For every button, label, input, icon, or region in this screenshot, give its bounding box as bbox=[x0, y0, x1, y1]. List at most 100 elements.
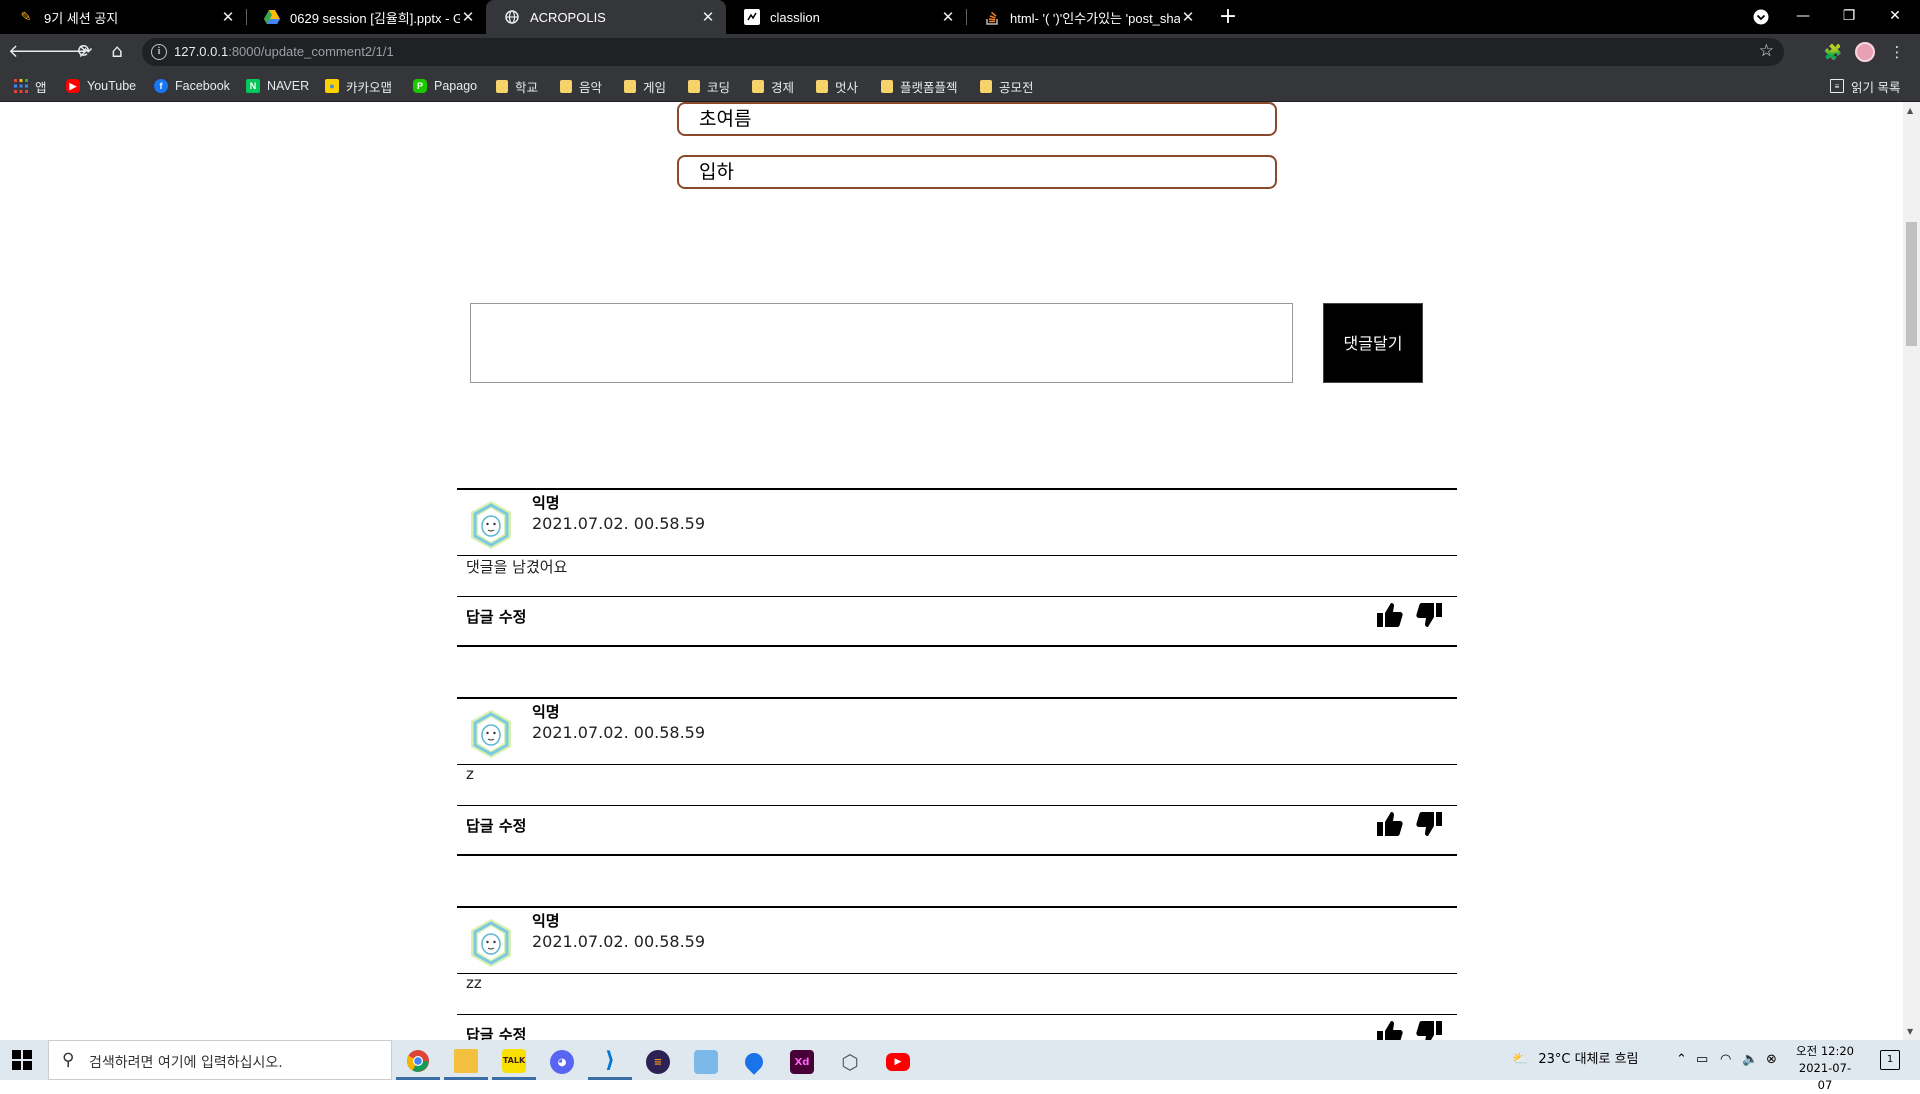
bookmark-folder-school[interactable]: 학교 bbox=[496, 77, 538, 95]
bookmark-folder-coding[interactable]: 코딩 bbox=[688, 77, 730, 95]
minimize-button[interactable]: — bbox=[1780, 0, 1826, 34]
reading-list-icon: ≡ bbox=[1830, 79, 1844, 93]
tab-title: 0629 session [김율희].pptx - Go bbox=[290, 10, 460, 26]
divider bbox=[457, 973, 1457, 974]
tab-strip: ✎ 9기 세션 공지 ✕ 0629 session [김율희].pptx - G… bbox=[0, 0, 1920, 34]
kakaomap-icon: ● bbox=[325, 79, 339, 93]
taskbar-chrome[interactable] bbox=[396, 1044, 440, 1080]
divider bbox=[457, 906, 1457, 908]
thumbs-up-icon[interactable] bbox=[1374, 809, 1404, 839]
notification-center-icon[interactable]: 1 bbox=[1880, 1050, 1900, 1070]
restore-button[interactable]: ❐ bbox=[1826, 0, 1872, 34]
home-button[interactable]: ⌂ bbox=[104, 39, 130, 65]
taskbar-discord[interactable]: ◕ bbox=[540, 1044, 584, 1080]
youtube-icon: ▶ bbox=[886, 1053, 910, 1071]
bookmark-label: 음악 bbox=[579, 80, 603, 95]
option-pill-1[interactable]: 초여름 bbox=[677, 102, 1277, 136]
papago-icon: P bbox=[413, 79, 427, 93]
ime-cancel-icon[interactable]: ⊗ bbox=[1766, 1040, 1777, 1080]
weather-widget[interactable]: ⛅ 23°C 대체로 흐림 bbox=[1512, 1040, 1639, 1080]
thumbs-down-icon[interactable] bbox=[1415, 600, 1445, 630]
taskbar-file-explorer[interactable] bbox=[444, 1044, 488, 1080]
bookmark-label: NAVER bbox=[267, 79, 310, 93]
forward-button[interactable]: 🡒 bbox=[40, 39, 88, 65]
taskbar-search[interactable]: ⚲ 검색하려면 여기에 입력하십시오. bbox=[48, 1040, 392, 1080]
thumbs-up-icon[interactable] bbox=[1374, 1018, 1404, 1040]
comment-input[interactable] bbox=[470, 303, 1293, 383]
tab-search-button[interactable] bbox=[1738, 0, 1784, 34]
taskbar-app-blue[interactable] bbox=[684, 1044, 728, 1080]
reload-button[interactable]: ⟳ bbox=[72, 39, 98, 65]
scroll-down-arrow-icon[interactable]: ▼ bbox=[1907, 1027, 1913, 1036]
bookmark-youtube[interactable]: ▶ YouTube bbox=[66, 77, 136, 95]
thumbs-down-icon[interactable] bbox=[1415, 809, 1445, 839]
eclipse-icon: ≡ bbox=[646, 1050, 670, 1074]
close-icon[interactable]: ✕ bbox=[460, 8, 476, 26]
close-icon[interactable]: ✕ bbox=[1180, 8, 1196, 26]
new-tab-button[interactable]: + bbox=[1214, 3, 1242, 31]
reply-edit-links[interactable]: 답글 수정 bbox=[466, 1024, 526, 1040]
battery-icon[interactable]: ▭ bbox=[1696, 1040, 1708, 1080]
divider bbox=[457, 555, 1457, 556]
bookmark-naver[interactable]: N NAVER bbox=[246, 77, 309, 95]
url-text[interactable]: 127.0.0.1:8000/update_comment2/1/1 bbox=[174, 44, 394, 59]
info-icon[interactable]: i bbox=[151, 44, 167, 60]
volume-icon[interactable]: 🔈 bbox=[1742, 1040, 1758, 1080]
comment-body: z bbox=[466, 765, 474, 783]
address-bar[interactable]: i 127.0.0.1:8000/update_comment2/1/1 ☆ bbox=[142, 38, 1784, 66]
extensions-puzzle-icon[interactable]: 🧩 bbox=[1822, 41, 1844, 63]
vscode-icon: ⟩ bbox=[604, 1048, 616, 1073]
bookmark-folder-likelion[interactable]: 멋사 bbox=[816, 77, 858, 95]
bookmark-folder-music[interactable]: 음악 bbox=[560, 77, 602, 95]
apps-grid-icon bbox=[14, 79, 28, 93]
tab-classlion[interactable]: classlion ✕ bbox=[726, 0, 966, 34]
bookmark-kakaomap[interactable]: ● 카카오맵 bbox=[325, 77, 392, 95]
tab-acropolis[interactable]: ACROPOLIS ✕ bbox=[486, 0, 726, 34]
reply-edit-links[interactable]: 답글 수정 bbox=[466, 815, 526, 836]
bookmark-papago[interactable]: P Papago bbox=[413, 77, 477, 95]
comment-date: 2021.07.02. 00.58.59 bbox=[532, 514, 706, 533]
close-icon[interactable]: ✕ bbox=[700, 8, 716, 26]
vertical-scrollbar[interactable]: ▲ ▼ bbox=[1903, 102, 1920, 1040]
thumbs-down-icon[interactable] bbox=[1415, 1018, 1445, 1040]
reply-edit-links[interactable]: 답글 수정 bbox=[466, 606, 526, 627]
reading-list[interactable]: ≡ 읽기 목록 bbox=[1830, 77, 1900, 95]
bookmark-star-icon[interactable]: ☆ bbox=[1759, 41, 1774, 61]
bookmark-folder-game[interactable]: 게임 bbox=[624, 77, 666, 95]
taskbar-vscode[interactable]: ⟩ bbox=[588, 1044, 632, 1080]
taskbar-maps[interactable] bbox=[732, 1044, 776, 1080]
windows-start-icon[interactable] bbox=[12, 1050, 32, 1070]
tab-title: 9기 세션 공지 bbox=[44, 10, 119, 26]
bookmark-folder-economy[interactable]: 경제 bbox=[752, 77, 794, 95]
bookmark-facebook[interactable]: f Facebook bbox=[154, 77, 230, 95]
chevron-down-circle-icon bbox=[1753, 9, 1769, 25]
thumbs-up-icon[interactable] bbox=[1374, 600, 1404, 630]
taskbar-3d-viewer[interactable]: ⬡ bbox=[828, 1044, 872, 1080]
bookmarks-bar: 앱 ▶ YouTube f Facebook N NAVER ● 카카오맵 P … bbox=[0, 70, 1920, 102]
globe-icon bbox=[504, 9, 520, 25]
cube-icon: ⬡ bbox=[841, 1050, 859, 1074]
profile-avatar[interactable] bbox=[1855, 42, 1875, 62]
tab-notice[interactable]: ✎ 9기 세션 공지 ✕ bbox=[0, 0, 246, 34]
bookmark-folder-contest[interactable]: 공모전 bbox=[980, 77, 1034, 95]
submit-comment-button[interactable]: 댓글달기 bbox=[1323, 303, 1423, 383]
taskbar-youtube[interactable]: ▶ bbox=[876, 1044, 920, 1080]
tray-chevron-up-icon[interactable]: ⌃ bbox=[1676, 1040, 1687, 1080]
taskbar-kakaotalk[interactable]: TALK bbox=[492, 1044, 536, 1080]
tab-stackoverflow[interactable]: html- '( ')'인수가있는 'post_sha ✕ bbox=[966, 0, 1206, 34]
scroll-up-arrow-icon[interactable]: ▲ bbox=[1907, 106, 1913, 115]
taskbar-adobe-xd[interactable]: Xd bbox=[780, 1044, 824, 1080]
back-button[interactable]: 🡐 bbox=[8, 39, 56, 65]
clock[interactable]: 오전 12:20 2021-07-07 bbox=[1795, 1043, 1855, 1094]
bookmark-apps[interactable]: 앱 bbox=[14, 77, 47, 95]
bookmark-folder-platform[interactable]: 플랫폼플젝 bbox=[881, 77, 958, 95]
menu-dots-icon[interactable]: ⋮ bbox=[1886, 41, 1908, 63]
wifi-icon[interactable]: ◠ bbox=[1720, 1040, 1731, 1080]
scrollbar-thumb[interactable] bbox=[1906, 222, 1917, 346]
taskbar-eclipse[interactable]: ≡ bbox=[636, 1044, 680, 1080]
tab-google-slides[interactable]: 0629 session [김율희].pptx - Go ✕ bbox=[246, 0, 486, 34]
option-pill-2[interactable]: 입하 bbox=[677, 155, 1277, 189]
close-icon[interactable]: ✕ bbox=[940, 8, 956, 26]
close-icon[interactable]: ✕ bbox=[220, 8, 236, 26]
close-window-button[interactable]: ✕ bbox=[1872, 0, 1918, 34]
